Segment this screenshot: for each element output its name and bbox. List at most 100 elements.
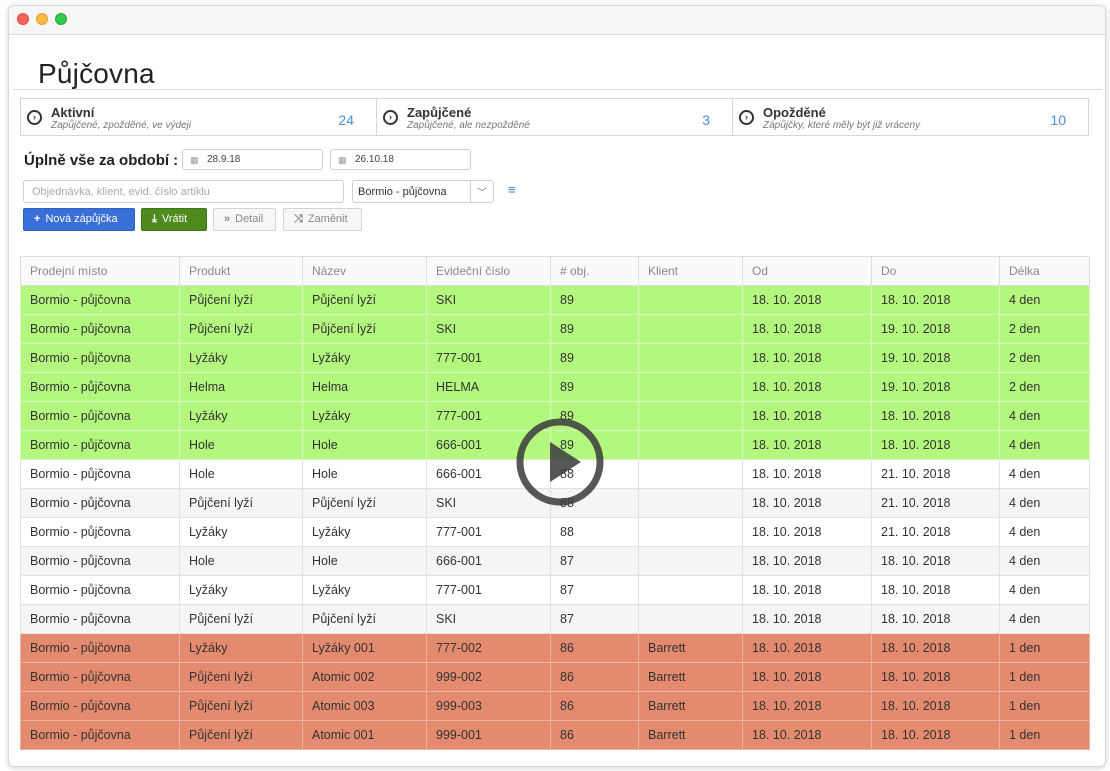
table-row[interactable]: Bormio - půjčovna Hole Hole 666-001 87 18. 10… bbox=[20, 546, 1090, 576]
column-header[interactable]: Délka bbox=[999, 256, 1090, 286]
shuffle-icon: ⤨ bbox=[294, 213, 303, 225]
swap-button[interactable]: ⤨ Zaměnit bbox=[283, 208, 362, 231]
new-loan-button[interactable]: + Nová zápůjčka bbox=[23, 208, 135, 231]
table-cell: 999-002 bbox=[426, 662, 551, 692]
table-cell: 18. 10. 2018 bbox=[742, 372, 872, 402]
column-header[interactable]: Produkt bbox=[179, 256, 303, 286]
table-cell: 19. 10. 2018 bbox=[871, 343, 1000, 373]
stat-active[interactable]: › Aktivní Zapůjčené, zpožděné, ve výdeji… bbox=[21, 99, 377, 135]
return-label: Vrátit bbox=[161, 213, 188, 225]
search-input[interactable] bbox=[23, 180, 344, 203]
table-cell: Půjčení lyží bbox=[179, 285, 303, 315]
table-cell: Helma bbox=[302, 372, 427, 402]
window-titlebar bbox=[9, 6, 1105, 35]
table-cell: 18. 10. 2018 bbox=[742, 459, 872, 489]
table-row[interactable]: Bormio - půjčovna Helma Helma HELMA 89 18. 10… bbox=[20, 372, 1090, 402]
date-from-input[interactable]: ▦ 28.9.18 bbox=[182, 149, 323, 170]
table-row[interactable]: Bormio - půjčovna Půjčení lyží Atomic 001 9… bbox=[20, 720, 1090, 750]
table-cell: 18. 10. 2018 bbox=[871, 430, 1000, 460]
table-cell bbox=[638, 488, 743, 518]
minimize-window-button[interactable] bbox=[36, 13, 48, 25]
return-button[interactable]: ⤓ Vrátit bbox=[141, 208, 207, 231]
stat-label: Zapůjčené bbox=[407, 105, 472, 120]
table-cell: 89 bbox=[550, 285, 639, 315]
table-cell: SKI bbox=[426, 314, 551, 344]
table-cell: Bormio - půjčovna bbox=[20, 720, 180, 750]
close-window-button[interactable] bbox=[17, 13, 29, 25]
table-row[interactable]: Bormio - půjčovna Půjčení lyží Půjčení lyž… bbox=[20, 314, 1090, 344]
table-cell: 18. 10. 2018 bbox=[742, 430, 872, 460]
table-cell: 4 den bbox=[999, 604, 1090, 634]
table-row[interactable]: Bormio - půjčovna Lyžáky Lyžáky 777-001 88 18… bbox=[20, 517, 1090, 547]
column-header[interactable]: Název bbox=[302, 256, 427, 286]
stat-count: 10 bbox=[1050, 112, 1066, 128]
table-cell bbox=[638, 546, 743, 576]
table-cell: Bormio - půjčovna bbox=[20, 604, 180, 634]
column-header[interactable]: Od bbox=[742, 256, 872, 286]
calendar-icon: ▦ bbox=[338, 155, 347, 165]
table-cell: Půjčení lyží bbox=[302, 604, 427, 634]
table-row[interactable]: Bormio - půjčovna Lyžáky Lyžáky 001 777-002… bbox=[20, 633, 1090, 663]
table-row[interactable]: Bormio - půjčovna Půjčení lyží Půjčení lyž… bbox=[20, 604, 1090, 634]
table-row[interactable]: Bormio - půjčovna Lyžáky Lyžáky 777-001 87 18… bbox=[20, 575, 1090, 605]
column-header[interactable]: Klient bbox=[638, 256, 743, 286]
table-cell: Půjčení lyží bbox=[179, 691, 303, 721]
app-window: Půjčovna › Aktivní Zapůjčené, zpožděné, … bbox=[8, 5, 1106, 767]
table-cell: 1 den bbox=[999, 720, 1090, 750]
calendar-icon: ▦ bbox=[190, 155, 199, 165]
table-cell: Lyžáky bbox=[179, 401, 303, 431]
table-cell: 18. 10. 2018 bbox=[871, 546, 1000, 576]
table-cell: 4 den bbox=[999, 459, 1090, 489]
list-view-icon[interactable]: ≡ bbox=[508, 182, 516, 197]
table-cell: Půjčení lyží bbox=[179, 314, 303, 344]
table-cell: 1 den bbox=[999, 662, 1090, 692]
stats-bar: › Aktivní Zapůjčené, zpožděné, ve výdeji… bbox=[20, 98, 1089, 136]
table-row[interactable]: Bormio - půjčovna Půjčení lyží Atomic 002 9… bbox=[20, 662, 1090, 692]
table-cell: Půjčení lyží bbox=[179, 488, 303, 518]
table-cell: Barrett bbox=[638, 662, 743, 692]
table-cell: 777-001 bbox=[426, 575, 551, 605]
title-divider bbox=[12, 89, 1102, 90]
detail-button[interactable]: » Detail bbox=[213, 208, 276, 231]
column-header[interactable]: Prodejní místo bbox=[20, 256, 180, 286]
period-label: Úplně vše za období : bbox=[24, 152, 179, 169]
table-cell: Bormio - půjčovna bbox=[20, 372, 180, 402]
table-cell: Lyžáky bbox=[179, 517, 303, 547]
table-cell: HELMA bbox=[426, 372, 551, 402]
table-cell bbox=[638, 459, 743, 489]
table-cell: Lyžáky bbox=[179, 343, 303, 373]
table-cell: Hole bbox=[302, 459, 427, 489]
table-cell: Hole bbox=[302, 430, 427, 460]
stat-overdue[interactable]: › Opožděné Zápůjčky, které měly být již … bbox=[733, 99, 1088, 135]
date-to-input[interactable]: ▦ 26.10.18 bbox=[330, 149, 471, 170]
column-header[interactable]: Evideční číslo bbox=[426, 256, 551, 286]
table-cell: Barrett bbox=[638, 720, 743, 750]
table-cell: 89 bbox=[550, 314, 639, 344]
table-row[interactable]: Bormio - půjčovna Lyžáky Lyžáky 777-001 89 18… bbox=[20, 343, 1090, 373]
play-icon[interactable] bbox=[515, 417, 605, 507]
circle-arrow-right-icon: › bbox=[383, 110, 398, 125]
table-cell: 1 den bbox=[999, 691, 1090, 721]
table-cell: Bormio - půjčovna bbox=[20, 488, 180, 518]
table-row[interactable]: Bormio - půjčovna Půjčení lyží Půjčení lyž… bbox=[20, 285, 1090, 315]
table-cell bbox=[638, 314, 743, 344]
maximize-window-button[interactable] bbox=[55, 13, 67, 25]
chevron-down-icon: ﹀ bbox=[477, 188, 487, 199]
stat-loaned[interactable]: › Zapůjčené Zapůjčené, ale nezpožděné 3 bbox=[377, 99, 733, 135]
table-row[interactable]: Bormio - půjčovna Půjčení lyží Atomic 003 9… bbox=[20, 691, 1090, 721]
stat-description: Zápůjčky, které měly být již vráceny bbox=[763, 120, 921, 131]
table-cell: 18. 10. 2018 bbox=[871, 720, 1000, 750]
table-cell: 4 den bbox=[999, 430, 1090, 460]
table-cell bbox=[638, 343, 743, 373]
column-header[interactable]: Do bbox=[871, 256, 1000, 286]
table-cell: 1 den bbox=[999, 633, 1090, 663]
table-cell: 4 den bbox=[999, 517, 1090, 547]
table-cell: 4 den bbox=[999, 546, 1090, 576]
table-cell: 999-003 bbox=[426, 691, 551, 721]
location-select[interactable]: Bormio - půjčovna ﹀ bbox=[352, 180, 494, 203]
circle-arrow-right-icon: › bbox=[739, 110, 754, 125]
stat-count: 3 bbox=[702, 112, 710, 128]
table-cell: Lyžáky bbox=[302, 517, 427, 547]
column-header[interactable]: # obj. bbox=[550, 256, 639, 286]
table-cell: 2 den bbox=[999, 372, 1090, 402]
